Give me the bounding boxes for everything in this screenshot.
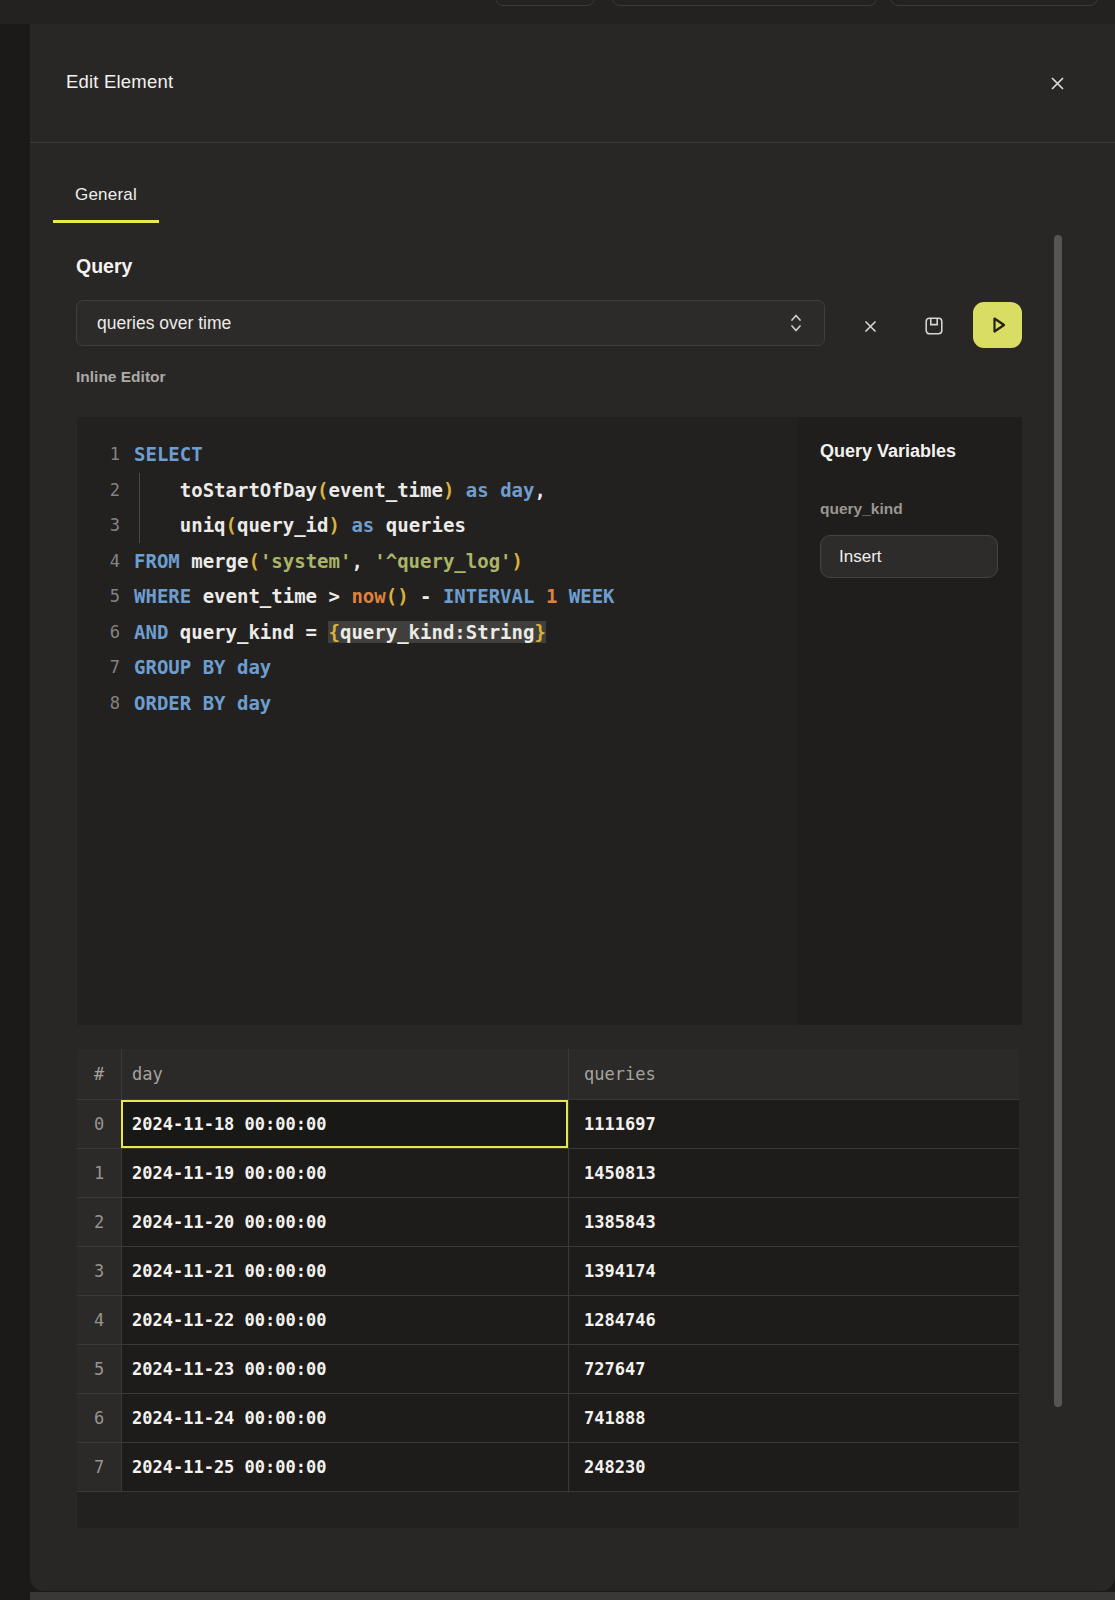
inline-editor: 12345678 SELECT toStartOfDay(event_time)… [77,417,1022,1025]
clear-icon [863,319,878,334]
day-cell[interactable]: 2024-11-20 00:00:00 [121,1198,568,1246]
query-variables-panel: Query Variables query_kind Insert [797,417,1022,1025]
results-table-body: 02024-11-18 00:00:00111169712024-11-19 0… [77,1099,1019,1491]
column-header-day[interactable]: day [121,1049,568,1099]
query-select[interactable]: queries over time [76,300,825,346]
line-number: 1 [77,437,120,473]
table-row[interactable]: 12024-11-19 00:00:001450813 [77,1148,1019,1197]
row-index-cell: 6 [77,1394,121,1442]
code-line[interactable]: ORDER BY day [134,686,615,722]
indent-guide [139,473,140,543]
code-line[interactable]: FROM merge('system', '^query_log') [134,544,615,580]
code-line[interactable]: GROUP BY day [134,650,615,686]
close-icon [1050,76,1065,91]
day-cell[interactable]: 2024-11-22 00:00:00 [121,1296,568,1344]
background-topbar [0,0,1115,24]
line-number: 4 [77,544,120,580]
scrollbar-thumb[interactable] [1054,235,1062,1407]
query-variables-title: Query Variables [820,441,956,462]
day-cell[interactable]: 2024-11-24 00:00:00 [121,1394,568,1442]
day-cell[interactable]: 2024-11-25 00:00:00 [121,1443,568,1491]
queries-cell[interactable]: 727647 [568,1345,1019,1393]
line-number: 5 [77,579,120,615]
variable-name-label: query_kind [820,500,903,518]
row-index-cell: 1 [77,1149,121,1197]
day-cell[interactable]: 2024-11-19 00:00:00 [121,1149,568,1197]
code-line[interactable]: SELECT [134,437,615,473]
tab-general[interactable]: General [53,172,159,223]
background-strip [30,1592,1115,1600]
queries-cell[interactable]: 1450813 [568,1149,1019,1197]
insert-variable-button[interactable]: Insert [820,535,998,578]
editor-gutter: 12345678 [77,437,120,721]
table-row[interactable]: 42024-11-22 00:00:001284746 [77,1295,1019,1344]
column-header-index[interactable]: # [77,1049,121,1099]
line-number: 2 [77,473,120,509]
queries-cell[interactable]: 248230 [568,1443,1019,1491]
code-line[interactable]: toStartOfDay(event_time) as day, [134,473,615,509]
day-cell[interactable]: 2024-11-21 00:00:00 [121,1247,568,1295]
results-table-footer [77,1491,1019,1528]
table-row[interactable]: 52024-11-23 00:00:00727647 [77,1344,1019,1393]
line-number: 8 [77,686,120,722]
queries-cell[interactable]: 1394174 [568,1247,1019,1295]
code-line[interactable]: WHERE event_time > now() - INTERVAL 1 WE… [134,579,615,615]
day-cell[interactable]: 2024-11-18 00:00:00 [121,1100,568,1148]
row-index-cell: 3 [77,1247,121,1295]
day-cell[interactable]: 2024-11-23 00:00:00 [121,1345,568,1393]
select-chevrons-icon [788,312,804,334]
code-line[interactable]: AND query_kind = {query_kind:String} [134,615,615,651]
save-icon [923,315,945,337]
background-button [495,0,595,6]
code-editor[interactable]: 12345678 SELECT toStartOfDay(event_time)… [77,417,797,1025]
row-index-cell: 0 [77,1100,121,1148]
results-table: # day queries 02024-11-18 00:00:00111169… [77,1049,1019,1528]
line-number: 3 [77,508,120,544]
background-button [890,0,1098,6]
queries-cell[interactable]: 1111697 [568,1100,1019,1148]
background-button [612,0,877,6]
query-section-heading: Query [76,255,132,278]
line-number: 6 [77,615,120,651]
column-header-queries[interactable]: queries [568,1049,1019,1099]
row-index-cell: 5 [77,1345,121,1393]
results-table-header: # day queries [77,1049,1019,1099]
row-index-cell: 7 [77,1443,121,1491]
queries-cell[interactable]: 741888 [568,1394,1019,1442]
table-row[interactable]: 72024-11-25 00:00:00248230 [77,1442,1019,1491]
query-select-value: queries over time [97,313,788,334]
close-button[interactable] [1046,72,1068,94]
editor-code[interactable]: SELECT toStartOfDay(event_time) as day, … [134,437,615,721]
row-index-cell: 2 [77,1198,121,1246]
divider [30,142,1115,143]
save-query-button[interactable] [922,314,946,338]
clear-query-button[interactable] [861,317,879,335]
row-index-cell: 4 [77,1296,121,1344]
queries-cell[interactable]: 1284746 [568,1296,1019,1344]
inline-editor-label: Inline Editor [76,368,166,386]
code-line[interactable]: uniq(query_id) as queries [134,508,615,544]
run-query-button[interactable] [973,302,1022,348]
table-row[interactable]: 22024-11-20 00:00:001385843 [77,1197,1019,1246]
dialog-title: Edit Element [66,71,173,93]
table-row[interactable]: 62024-11-24 00:00:00741888 [77,1393,1019,1442]
queries-cell[interactable]: 1385843 [568,1198,1019,1246]
line-number: 7 [77,650,120,686]
table-row[interactable]: 02024-11-18 00:00:001111697 [77,1099,1019,1148]
play-icon [985,312,1011,338]
table-row[interactable]: 32024-11-21 00:00:001394174 [77,1246,1019,1295]
